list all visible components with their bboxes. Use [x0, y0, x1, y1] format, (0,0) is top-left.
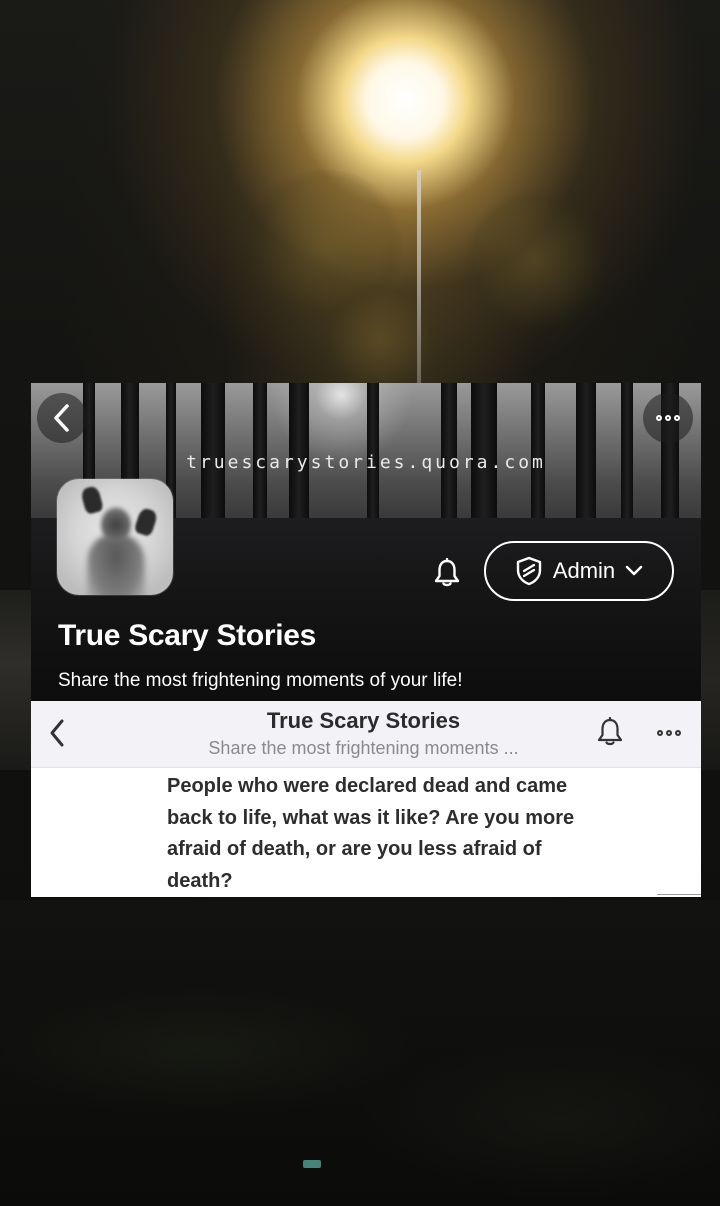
nav-more-options-button[interactable] [649, 719, 689, 747]
notifications-button[interactable] [429, 555, 465, 591]
road-right-edge [700, 590, 720, 770]
street-lamp-pole [417, 170, 421, 385]
tree-trunk [253, 383, 267, 518]
cover-url-text: truescarystories.quora.com [186, 452, 546, 473]
chevron-left-icon [54, 404, 69, 432]
bell-icon [597, 717, 623, 746]
tree-trunk [621, 383, 633, 518]
tree-trunk [531, 383, 545, 518]
ghost-hand-right [133, 506, 159, 538]
road-left-edge [0, 590, 32, 770]
more-dots-icon [656, 415, 680, 421]
ghost-head [101, 507, 131, 543]
ghost-hand-left [79, 485, 105, 515]
divider [657, 894, 701, 895]
tree-trunk [201, 383, 225, 518]
tree-trunk [289, 383, 309, 518]
bell-icon [434, 558, 460, 587]
space-title: True Scary Stories [58, 619, 317, 652]
admin-button[interactable]: Admin [484, 541, 674, 601]
tree-foliage-right [460, 190, 610, 330]
tree-trunk [471, 383, 497, 518]
question-title[interactable]: People who were declared dead and came b… [167, 771, 587, 897]
space-avatar[interactable] [57, 479, 173, 595]
more-dots-icon [657, 730, 681, 736]
more-options-button[interactable] [643, 393, 693, 443]
question-card: True Scary Stories Share the most fright… [31, 701, 701, 897]
tree-trunk [367, 383, 379, 518]
nav-notifications-button[interactable] [593, 714, 627, 750]
space-header-card: truescarystories.quora.com Admin True Sc… [31, 383, 701, 701]
admin-label: Admin [552, 558, 616, 583]
tree-trunk [576, 383, 596, 518]
chevron-down-icon [625, 565, 643, 576]
grass-foreground [0, 900, 720, 1206]
shield-icon [516, 556, 542, 586]
ghost-figure [87, 535, 145, 595]
nav-bar: True Scary Stories Share the most fright… [31, 701, 701, 768]
story-screen: truescarystories.quora.com Admin True Sc… [0, 0, 720, 1206]
space-tagline: Share the most frightening moments of yo… [58, 670, 463, 691]
back-button[interactable] [37, 393, 87, 443]
tree-trunk [441, 383, 457, 518]
tree-foliage-low [310, 290, 450, 390]
light-glint [303, 1160, 321, 1168]
